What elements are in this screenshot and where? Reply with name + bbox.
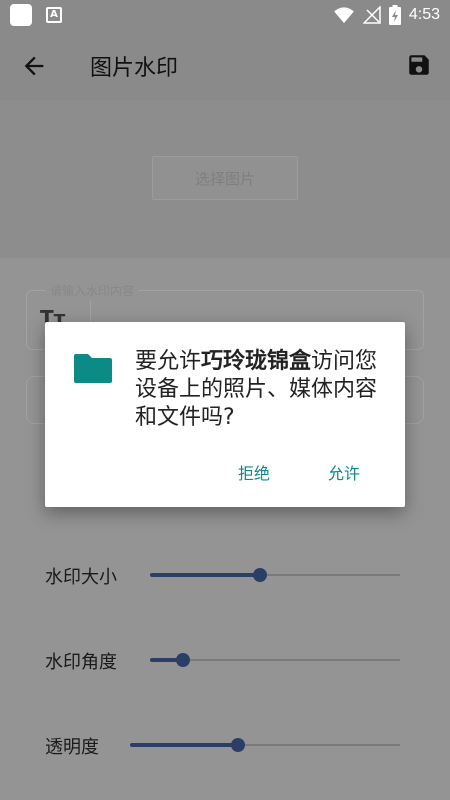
folder-icon — [74, 354, 112, 383]
deny-button[interactable]: 拒绝 — [238, 460, 270, 484]
dialog-msg-prefix: 要允许 — [135, 349, 202, 374]
slider-angle-label: 水印角度 — [45, 652, 117, 673]
slider-angle-thumb[interactable] — [175, 653, 190, 667]
slider-opacity-fill — [130, 743, 238, 747]
save-icon[interactable] — [406, 52, 432, 78]
slider-angle-row: 水印角度 — [0, 640, 450, 680]
wifi-icon — [333, 7, 354, 24]
slider-size-fill — [150, 573, 260, 577]
status-bar: A 4:53 — [0, 0, 450, 30]
allow-button[interactable]: 允许 — [328, 460, 360, 484]
clock: 4:53 — [408, 6, 440, 23]
a-notification-icon: A — [46, 7, 62, 23]
permission-dialog: 要允许巧玲珑锦盒访问您设备上的照片、媒体内容和文件吗? 拒绝 允许 — [45, 322, 405, 507]
app-bar: 图片水印 — [0, 30, 450, 100]
no-signal-icon — [362, 6, 381, 24]
dialog-app-name: 巧玲珑锦盒 — [201, 349, 312, 374]
dialog-message: 要允许巧玲珑锦盒访问您设备上的照片、媒体内容和文件吗? — [135, 348, 395, 432]
slider-size-thumb[interactable] — [253, 568, 267, 582]
page-title: 图片水印 — [90, 56, 179, 81]
watermark-text-label: 请输入水印内容 — [46, 282, 139, 299]
slider-size-label: 水印大小 — [45, 567, 117, 588]
slider-size-row: 水印大小 — [0, 555, 450, 595]
pick-image-button[interactable]: 选择图片 — [152, 156, 298, 200]
image-preview-area: 选择图片 — [0, 100, 450, 258]
slider-opacity-thumb[interactable] — [231, 738, 245, 752]
app-square-icon — [10, 4, 32, 26]
arrow-left-icon[interactable] — [20, 52, 48, 80]
battery-charging-icon — [388, 5, 401, 25]
slider-opacity-row: 透明度 — [0, 725, 450, 765]
slider-opacity-label: 透明度 — [45, 737, 99, 758]
